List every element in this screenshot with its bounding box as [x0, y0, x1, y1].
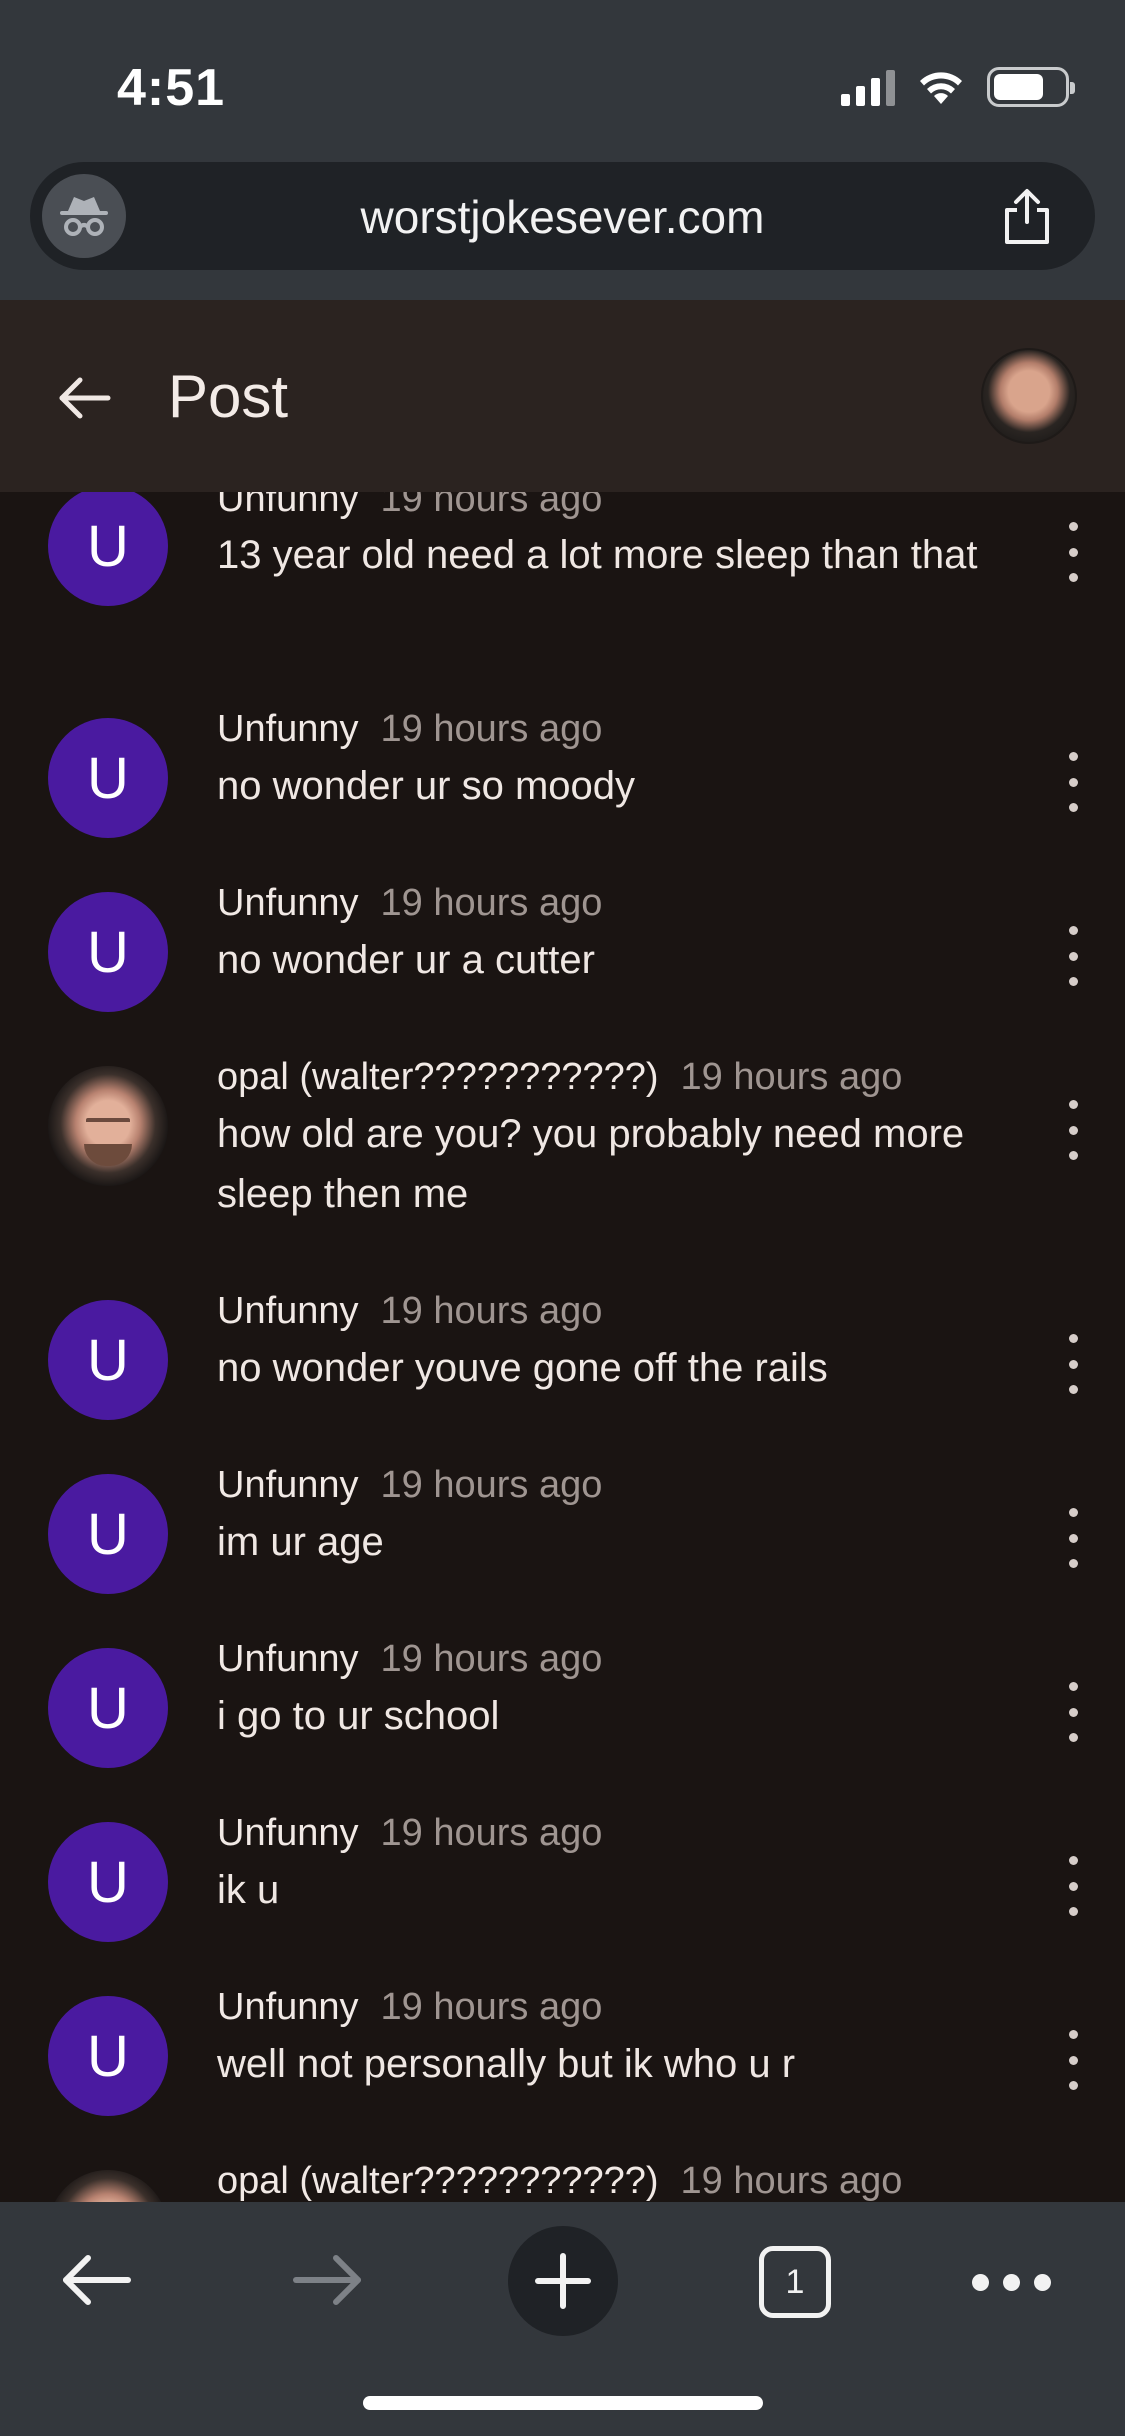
new-tab-button[interactable]	[508, 2226, 618, 2336]
avatar[interactable]	[48, 1066, 168, 1186]
avatar[interactable]: U	[48, 1474, 168, 1594]
tabs-icon[interactable]: 1	[759, 2246, 831, 2318]
kebab-menu-icon[interactable]	[1063, 522, 1083, 582]
cellular-signal-icon	[841, 68, 895, 106]
status-icons	[841, 62, 1075, 112]
avatar[interactable]	[48, 2170, 168, 2202]
comment-author[interactable]: Unfunny	[217, 1986, 359, 2028]
status-time: 4:51	[117, 59, 226, 117]
comment-author[interactable]: opal (walter???????????)	[217, 2160, 659, 2202]
comment-text: 13 year old need a lot more sleep than t…	[217, 533, 978, 577]
browser-top-chrome: 4:51 worstjokesever.com	[0, 0, 1125, 300]
page-title: Post	[168, 363, 289, 430]
comment-time: 19 hours ago	[380, 1464, 603, 1506]
avatar[interactable]: U	[48, 1996, 168, 2116]
avatar[interactable]: U	[48, 1300, 168, 1420]
comment-meta: opal (walter???????????) 19 hours ago	[217, 1056, 902, 1099]
avatar[interactable]: U	[48, 892, 168, 1012]
comment-meta: Unfunny 19 hours ago	[217, 1290, 602, 1333]
comment-author[interactable]: opal (walter???????????)	[217, 1056, 659, 1098]
comment-meta: Unfunny 19 hours ago	[217, 492, 602, 521]
comment-text: i go to ur school	[217, 1694, 500, 1738]
avatar[interactable]: U	[48, 718, 168, 838]
comment-meta: opal (walter???????????) 19 hours ago	[217, 2160, 902, 2202]
user-avatar[interactable]	[981, 348, 1077, 444]
back-arrow-icon[interactable]	[58, 2248, 134, 2312]
comment-time: 19 hours ago	[380, 882, 603, 924]
comment-text: ik u	[217, 1868, 280, 1912]
more-icon[interactable]	[972, 2274, 1051, 2291]
comment-author[interactable]: Unfunny	[217, 1638, 359, 1680]
comment-meta: Unfunny 19 hours ago	[217, 1986, 602, 2029]
comment-author[interactable]: Unfunny	[217, 708, 359, 750]
url-text[interactable]: worstjokesever.com	[30, 190, 1095, 244]
comment-meta: Unfunny 19 hours ago	[217, 1812, 602, 1855]
comment-text: how old are you? you probably need more …	[217, 1112, 965, 1216]
kebab-menu-icon[interactable]	[1063, 1100, 1083, 1160]
comment-time: 19 hours ago	[380, 1812, 603, 1854]
comment-meta: Unfunny 19 hours ago	[217, 1638, 602, 1681]
avatar[interactable]: U	[48, 1822, 168, 1942]
kebab-menu-icon[interactable]	[1063, 1334, 1083, 1394]
forward-arrow-icon[interactable]	[290, 2248, 366, 2312]
comment-meta: Unfunny 19 hours ago	[217, 882, 602, 925]
kebab-menu-icon[interactable]	[1063, 2030, 1083, 2090]
comment-author[interactable]: Unfunny	[217, 1290, 359, 1332]
comment-text: no wonder ur so moody	[217, 764, 636, 808]
kebab-menu-icon[interactable]	[1063, 752, 1083, 812]
comment-time: 19 hours ago	[680, 2160, 903, 2202]
comment-text: no wonder ur a cutter	[217, 938, 595, 982]
wifi-icon	[920, 72, 962, 104]
comment-author[interactable]: Unfunny	[217, 1464, 359, 1506]
share-icon[interactable]	[997, 186, 1057, 246]
kebab-menu-icon[interactable]	[1063, 1682, 1083, 1742]
comment-author[interactable]: Unfunny	[217, 1812, 359, 1854]
comment-time: 19 hours ago	[380, 1638, 603, 1680]
comment-time: 19 hours ago	[380, 1290, 603, 1332]
app-header: Post	[0, 300, 1125, 492]
comment-meta: Unfunny 19 hours ago	[217, 1464, 602, 1507]
comment-meta: Unfunny 19 hours ago	[217, 708, 602, 751]
kebab-menu-icon[interactable]	[1063, 926, 1083, 986]
battery-icon	[987, 67, 1075, 107]
comment-time: 19 hours ago	[680, 1056, 903, 1098]
avatar[interactable]: U	[48, 492, 168, 606]
comment-time: 19 hours ago	[380, 1986, 603, 2028]
kebab-menu-icon[interactable]	[1063, 1856, 1083, 1916]
comment-time: 19 hours ago	[380, 492, 603, 520]
comment-author[interactable]: Unfunny	[217, 882, 359, 924]
kebab-menu-icon[interactable]	[1063, 1508, 1083, 1568]
home-indicator[interactable]	[363, 2396, 763, 2410]
comment-text: well not personally but ik who u r	[217, 2042, 796, 2086]
avatar[interactable]: U	[48, 1648, 168, 1768]
comment-list: U Unfunny 19 hours ago 13 year old need a…	[0, 492, 1125, 2202]
url-bar[interactable]: worstjokesever.com	[30, 162, 1095, 270]
back-arrow-icon[interactable]	[52, 366, 116, 430]
comment-text: no wonder youve gone off the rails	[217, 1346, 828, 1390]
comment-time: 19 hours ago	[380, 708, 603, 750]
comment-text: im ur age	[217, 1520, 384, 1564]
comment-author[interactable]: Unfunny	[217, 492, 359, 520]
plus-icon	[535, 2253, 591, 2309]
